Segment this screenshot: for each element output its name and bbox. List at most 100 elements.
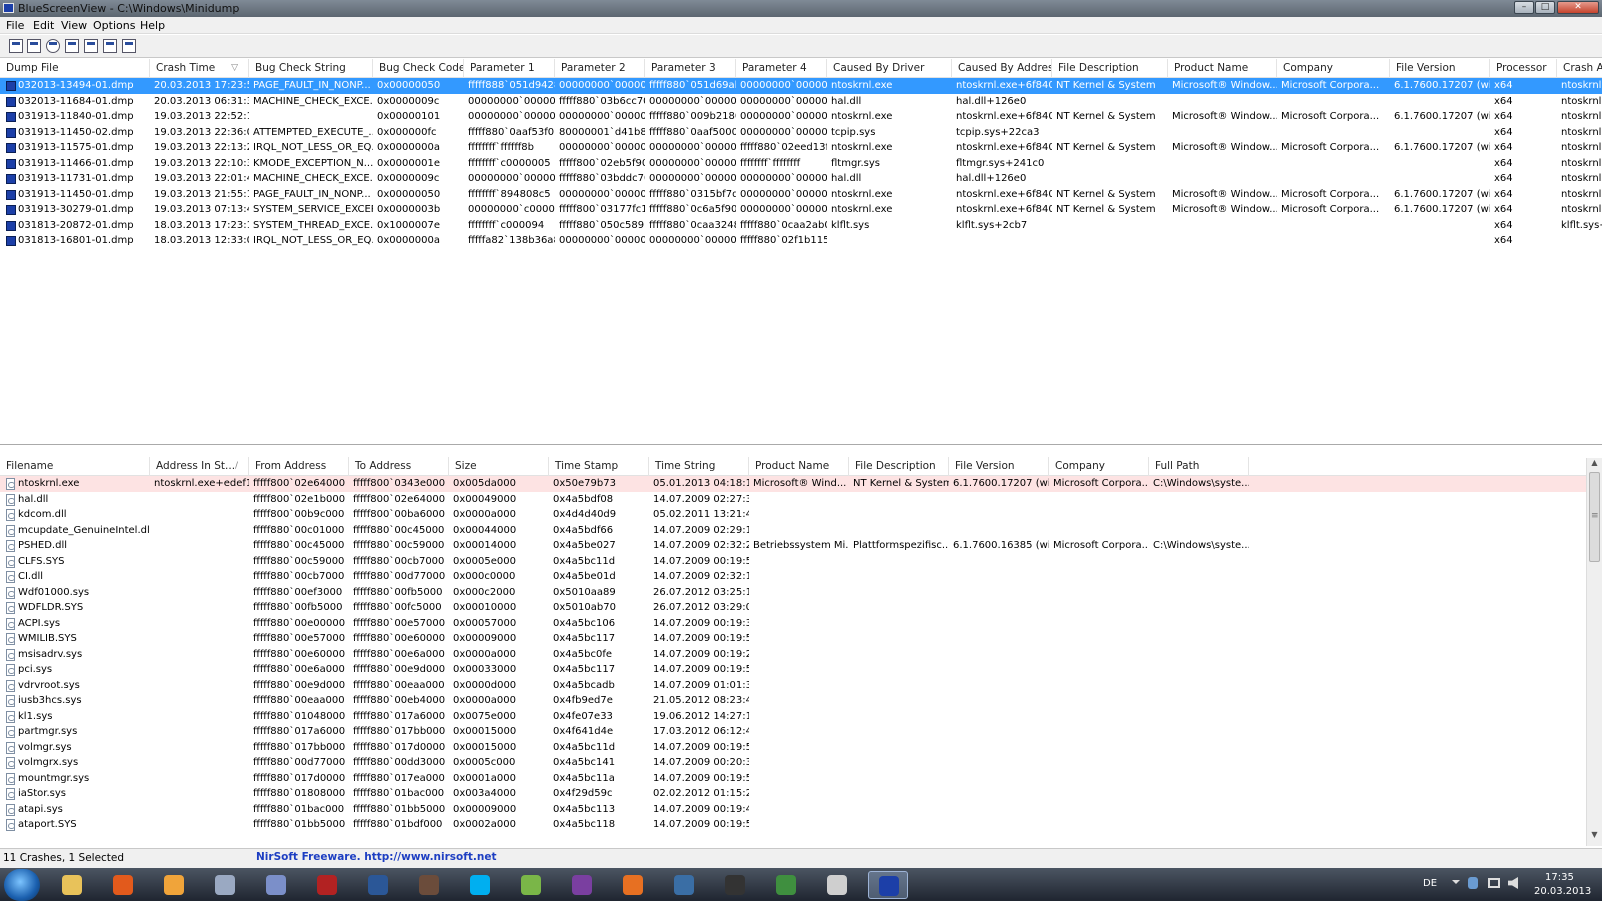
taskbar-button-bluescreenview[interactable] [868,871,908,899]
tray-expand-icon[interactable] [1452,880,1460,888]
language-indicator[interactable]: DE [1423,878,1437,889]
table-row[interactable]: ntoskrnl.exe ntoskrnl.exe+edef1 fffff800`0… [0,476,1602,492]
vertical-scroll-thumb[interactable]: ≡ [1589,472,1600,562]
column-header-time-stamp[interactable]: Time Stamp [549,457,649,476]
column-header-time-string[interactable]: Time String [649,457,749,476]
maximize-button[interactable]: □ [1535,1,1555,14]
column-header-file-version[interactable]: File Version [949,457,1049,476]
menu-view[interactable]: View [61,19,87,32]
column-header-file-description[interactable]: File Description [849,457,949,476]
column-header-parameter-1[interactable]: Parameter 1 [464,59,555,78]
taskbar-button-app-64[interactable] [307,871,347,899]
taskbar-button-word[interactable] [358,871,398,899]
table-row[interactable]: vdrvroot.sys fffff880`00e9d000 fffff880`00… [0,678,1602,694]
save-icon[interactable] [27,39,41,53]
volume-icon[interactable] [1508,877,1518,889]
taskbar-button-speedfan[interactable] [664,871,704,899]
find-icon[interactable] [103,39,117,53]
table-row[interactable]: hal.dll fffff800`02e1b000 fffff800`02e6400… [0,492,1602,508]
taskbar-button-network[interactable] [256,871,296,899]
column-header-full-path[interactable]: Full Path [1149,457,1249,476]
clock-date[interactable]: 20.03.2013 [1534,886,1591,897]
table-row[interactable]: WMILIB.SYS fffff880`00e57000 fffff880`00e6… [0,631,1602,647]
properties-icon[interactable] [84,39,98,53]
table-row[interactable]: 031913-11840-01.dmp 19.03.2013 22:52:15 0x… [0,109,1602,125]
table-row[interactable]: msisadrv.sys fffff880`00e60000 fffff880`00… [0,647,1602,663]
table-row[interactable]: volmgr.sys fffff880`017bb000 fffff880`017d… [0,740,1602,756]
table-row[interactable]: mountmgr.sys fffff880`017d0000 fffff880`01… [0,771,1602,787]
column-header-parameter-4[interactable]: Parameter 4 [736,59,827,78]
column-header-parameter-3[interactable]: Parameter 3 [645,59,736,78]
column-header-crash-time[interactable]: Crash Time ▽ [150,59,249,78]
table-row[interactable]: 031913-30279-01.dmp 19.03.2013 07:13:40 SY… [0,202,1602,218]
table-row[interactable]: 032013-13494-01.dmp 20.03.2013 17:23:52 PA… [0,78,1602,94]
column-header-size[interactable]: Size [449,457,549,476]
table-row[interactable]: PSHED.dll fffff880`00c45000 fffff880`00c59… [0,538,1602,554]
table-row[interactable]: ACPI.sys fffff880`00e00000 fffff880`00e570… [0,616,1602,632]
table-row[interactable]: 031913-11450-01.dmp 19.03.2013 21:55:19 PA… [0,187,1602,203]
table-row[interactable]: 032013-11684-01.dmp 20.03.2013 06:31:32 MA… [0,94,1602,110]
menu-file[interactable]: File [6,19,24,32]
taskbar-button-settings[interactable] [817,871,857,899]
taskbar-button-media-player[interactable] [154,871,194,899]
column-header-filename[interactable]: Filename [0,457,150,476]
refresh-icon[interactable] [46,39,60,53]
column-header-crash-ad[interactable]: Crash Ad [1557,59,1602,78]
taskbar-button-paint[interactable] [511,871,551,899]
start-button[interactable] [4,869,40,901]
table-row[interactable]: 031813-20872-01.dmp 18.03.2013 17:23:13 SY… [0,218,1602,234]
scroll-up-arrow-icon[interactable]: ▲ [1587,458,1602,472]
taskbar-button-image-viewer[interactable] [766,871,806,899]
column-header-address-in-st[interactable]: Address In St... / [150,457,249,476]
taskbar-button-skype[interactable] [460,871,500,899]
column-header-from-address[interactable]: From Address [249,457,349,476]
table-row[interactable]: WDFLDR.SYS fffff880`00fb5000 fffff880`00fc… [0,600,1602,616]
table-row[interactable]: atapi.sys fffff880`01bac000 fffff880`01bb5… [0,802,1602,818]
table-row[interactable]: CI.dll fffff880`00cb7000 fffff880`00d77000… [0,569,1602,585]
table-row[interactable]: 031813-16801-01.dmp 18.03.2013 12:33:05 IR… [0,233,1602,249]
network-tray-icon[interactable] [1488,878,1500,888]
taskbar-button-firefox[interactable] [103,871,143,899]
minimize-button[interactable]: – [1514,1,1534,14]
kaspersky-tray-icon[interactable] [1468,877,1478,889]
table-row[interactable]: partmgr.sys fffff880`017a6000 fffff880`017… [0,724,1602,740]
column-header-file-description[interactable]: File Description [1052,59,1168,78]
menu-edit[interactable]: Edit [33,19,54,32]
column-header-product-name[interactable]: Product Name [1168,59,1277,78]
crash-list[interactable]: Dump File Crash Time ▽ Bug Check String Bug … [0,59,1602,445]
column-header-bug-check-string[interactable]: Bug Check String [249,59,373,78]
driver-list[interactable]: Filename Address In St... / From Address To … [0,457,1602,846]
table-row[interactable]: 031913-11450-02.dmp 19.03.2013 22:36:07 AT… [0,125,1602,141]
table-row[interactable]: kl1.sys fffff880`01048000 fffff880`017a600… [0,709,1602,725]
table-row[interactable]: pci.sys fffff880`00e6a000 fffff880`00e9d00… [0,662,1602,678]
table-row[interactable]: ataport.SYS fffff880`01bb5000 fffff880`01b… [0,817,1602,833]
vertical-scrollbar[interactable]: ▲ ≡ ▼ [1586,458,1602,846]
table-row[interactable]: volmgrx.sys fffff880`00d77000 fffff880`00d… [0,755,1602,771]
close-button[interactable]: ✕ [1557,1,1599,14]
column-header-bug-check-code[interactable]: Bug Check Code [373,59,464,78]
nirsoft-link[interactable]: NirSoft Freeware. http://www.nirsoft.net [256,851,496,863]
table-row[interactable]: CLFS.SYS fffff880`00c59000 fffff880`00cb70… [0,554,1602,570]
taskbar-button-cpuz[interactable] [562,871,602,899]
table-row[interactable]: 031913-11731-01.dmp 19.03.2013 22:01:42 MA… [0,171,1602,187]
table-row[interactable]: Wdf01000.sys fffff880`00ef3000 fffff880`00… [0,585,1602,601]
table-row[interactable]: iaStor.sys fffff880`01808000 fffff880`01ba… [0,786,1602,802]
column-header-file-version[interactable]: File Version [1390,59,1490,78]
column-header-product-name[interactable]: Product Name [749,457,849,476]
column-header-caused-by-address[interactable]: Caused By Address [952,59,1052,78]
table-row[interactable]: 031913-11466-01.dmp 19.03.2013 22:10:37 KM… [0,156,1602,172]
table-row[interactable]: kdcom.dll fffff800`00b9c000 fffff800`00ba6… [0,507,1602,523]
table-row[interactable]: iusb3hcs.sys fffff880`00eaa000 fffff880`00… [0,693,1602,709]
copy-icon[interactable] [65,39,79,53]
column-header-processor[interactable]: Processor [1490,59,1557,78]
column-header-parameter-2[interactable]: Parameter 2 [555,59,645,78]
exit-icon[interactable] [122,39,136,53]
table-row[interactable]: 031913-11575-01.dmp 19.03.2013 22:13:24 IR… [0,140,1602,156]
taskbar-button-office[interactable] [613,871,653,899]
taskbar-button-game[interactable] [409,871,449,899]
taskbar-button-explorer[interactable] [52,871,92,899]
column-header-caused-by-driver[interactable]: Caused By Driver [827,59,952,78]
open-properties-icon[interactable] [9,39,23,53]
taskbar-button-calculator[interactable] [205,871,245,899]
menu-options[interactable]: Options [93,19,135,32]
